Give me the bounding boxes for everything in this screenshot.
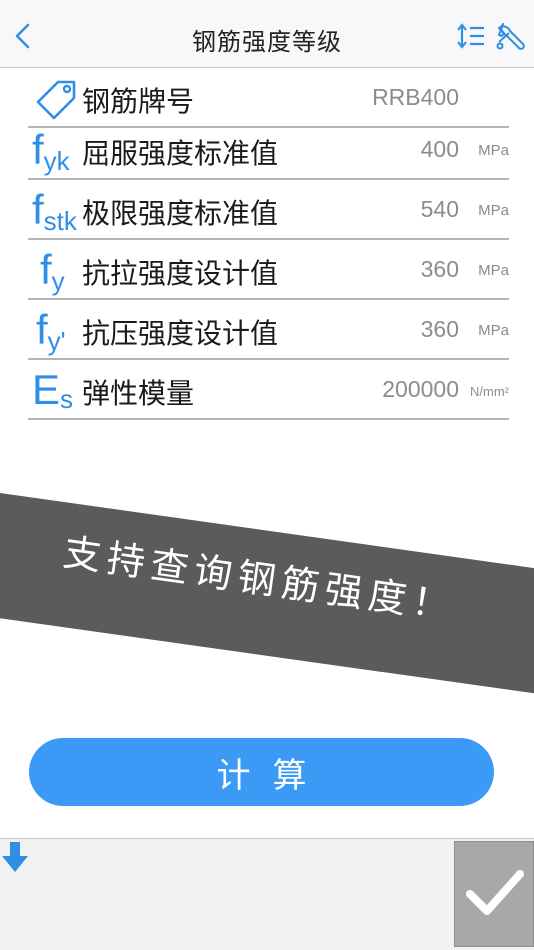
row-label: 极限强度标准值 xyxy=(82,197,279,230)
confirm-button[interactable] xyxy=(454,841,534,947)
row-tensile-design[interactable]: fy 抗拉强度设计值 360 MPa xyxy=(28,240,509,300)
arrow-down-icon xyxy=(2,842,28,872)
row-yield-standard[interactable]: fyk 屈服强度标准值 400 MPa xyxy=(28,120,509,180)
screen: 钢筋强度等级 钢筋牌号 RRB400 fyk 屈服强度标准值 400 MPa f… xyxy=(0,0,534,950)
row-unit: N/mm² xyxy=(470,384,509,399)
row-unit: MPa xyxy=(478,262,509,279)
row-label: 抗压强度设计值 xyxy=(82,317,279,350)
settings-button[interactable] xyxy=(495,20,525,52)
row-elastic-modulus[interactable]: Es 弹性模量 200000 N/mm² xyxy=(28,360,509,420)
row-value: RRB400 xyxy=(372,84,459,110)
tag-icon xyxy=(36,80,76,120)
row-value: 360 xyxy=(420,256,459,282)
row-unit: MPa xyxy=(478,142,509,159)
row-compressive-design[interactable]: fy' 抗压强度设计值 360 MPa xyxy=(28,300,509,360)
nav-bar: 钢筋强度等级 xyxy=(0,0,534,68)
row-symbol xyxy=(32,74,80,122)
row-ultimate-standard[interactable]: fstk 极限强度标准值 540 MPa xyxy=(28,180,509,240)
sort-list-icon xyxy=(457,23,484,49)
sort-button[interactable] xyxy=(456,22,486,50)
row-value: 540 xyxy=(420,196,459,222)
row-value: 400 xyxy=(420,136,459,162)
wrench-icon xyxy=(496,23,525,50)
row-label: 屈服强度标准值 xyxy=(82,137,279,170)
calculate-button[interactable]: 计算 xyxy=(29,738,494,806)
row-unit: MPa xyxy=(478,322,509,339)
row-label: 弹性模量 xyxy=(82,377,195,410)
row-symbol: fy' xyxy=(36,306,66,356)
row-value: 200000 xyxy=(382,376,459,402)
collapse-button[interactable] xyxy=(2,842,28,874)
row-symbol: Es xyxy=(32,366,74,414)
row-symbol: fstk xyxy=(32,186,77,236)
checkmark-icon xyxy=(466,870,524,915)
page-title: 钢筋强度等级 xyxy=(192,28,342,56)
row-steel-grade[interactable]: 钢筋牌号 RRB400 xyxy=(28,68,509,128)
row-value: 360 xyxy=(420,316,459,342)
row-label: 钢筋牌号 xyxy=(82,85,195,118)
row-unit: MPa xyxy=(478,202,509,219)
row-label: 抗拉强度设计值 xyxy=(82,257,279,290)
row-symbol: fy xyxy=(40,246,65,296)
row-symbol: fyk xyxy=(32,126,70,176)
